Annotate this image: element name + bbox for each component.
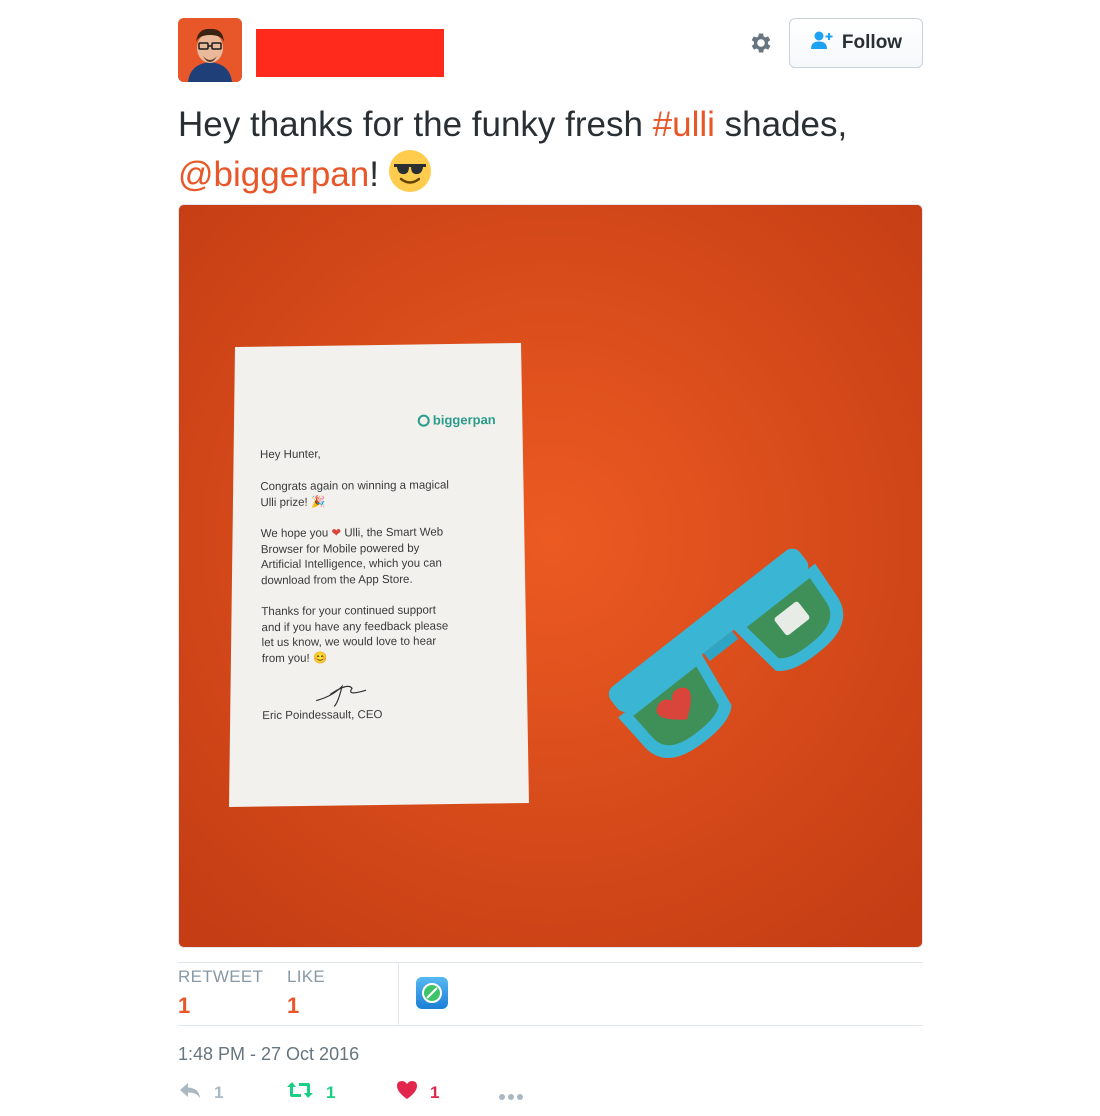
heart-emoji-icon: ❤ (331, 527, 342, 540)
tweet-photo[interactable]: biggerpan Hey Hunter, Congrats again on … (178, 204, 923, 948)
heart-icon (396, 1080, 418, 1105)
like-stat[interactable]: LIKE 1 (287, 967, 325, 1019)
retweet-button[interactable]: 1 (286, 1080, 335, 1105)
letter-greeting: Hey Hunter, (259, 448, 321, 461)
follow-label: Follow (841, 32, 903, 53)
letter-line: Ulli, the Smart Web (344, 526, 444, 540)
letter-line: from you! (261, 652, 310, 665)
letter-line: Ulli prize! (260, 496, 308, 509)
biggerpan-logo-icon (417, 414, 430, 427)
sunglasses-emoji-icon (387, 148, 433, 206)
letter-line: We hope you (260, 527, 329, 541)
retweet-stat-count: 1 (178, 993, 191, 1018)
reply-icon (178, 1080, 202, 1105)
retweet-stat[interactable]: RETWEET 1 (178, 967, 263, 1019)
retweet-icon (286, 1080, 314, 1105)
tweet-text-part: Hey thanks for the funky fresh (178, 105, 653, 144)
app-avatar-icon[interactable] (416, 977, 448, 1009)
tweet-timestamp[interactable]: 1:48 PM - 27 Oct 2016 (178, 1044, 359, 1065)
add-user-icon (810, 30, 834, 56)
smile-emoji-icon: 😊 (312, 652, 328, 665)
reply-button[interactable]: 1 (178, 1080, 223, 1105)
party-emoji-icon: 🎉 (310, 496, 326, 509)
tweet-text-part: ! (369, 155, 379, 194)
hashtag-link[interactable]: #ulli (653, 105, 715, 144)
letter-line: download from the App Store. (261, 573, 413, 587)
more-icon (498, 1088, 524, 1106)
mention-link[interactable]: @biggerpan (178, 155, 369, 194)
more-button[interactable] (498, 1088, 524, 1106)
tweet-text-part: shades, (714, 105, 848, 144)
gear-icon[interactable] (744, 26, 778, 60)
reply-count: 1 (214, 1082, 224, 1102)
signature-icon (312, 677, 512, 709)
like-stat-count: 1 (287, 993, 300, 1018)
username-redaction (256, 29, 444, 77)
user-avatar[interactable] (178, 18, 242, 82)
letter-signature-name: Eric Poindessault, CEO (262, 709, 383, 723)
follow-button[interactable]: Follow (789, 18, 923, 68)
like-stat-label: LIKE (287, 967, 326, 986)
letter-logo: biggerpan (432, 412, 496, 428)
retweet-count: 1 (326, 1082, 336, 1102)
like-count: 1 (430, 1082, 440, 1102)
tweet-text: Hey thanks for the funky fresh #ulli sha… (178, 102, 938, 206)
like-button[interactable]: 1 (396, 1080, 439, 1105)
retweet-stat-label: RETWEET (178, 967, 264, 986)
tweet-actions: 1 1 1 (178, 1080, 923, 1112)
stats-divider (398, 963, 399, 1026)
engagement-stats: RETWEET 1 LIKE 1 (178, 962, 923, 1026)
